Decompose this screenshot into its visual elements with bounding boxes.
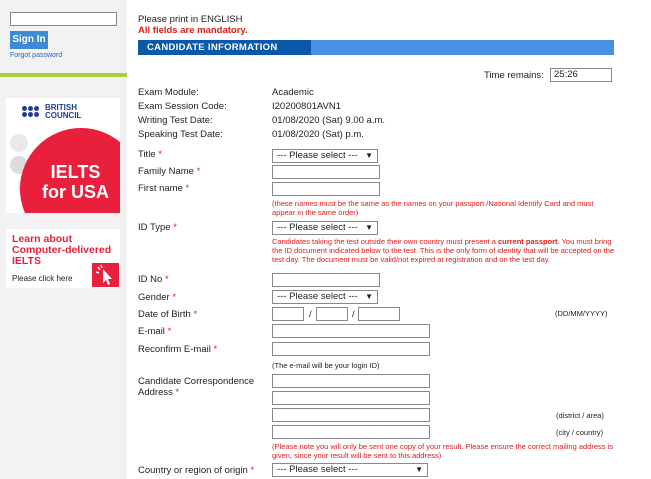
first-name-label: First name * [138,183,190,194]
address-label: Candidate Correspondence Address * [138,376,255,398]
reconfirm-email-input[interactable] [272,342,430,356]
main-content: Please print in ENGLISH All fields are m… [0,0,651,479]
family-name-label: Family Name * [138,166,201,177]
name-note: (these names must be the same as the nam… [272,199,594,217]
exam-session-code-value: I20200801AVN1 [272,101,342,112]
exam-module-label: Exam Module: [138,87,199,98]
district-hint: (district / area) [556,411,604,420]
dob-separator: / [309,309,312,320]
email-label: E-mail * [138,326,172,337]
id-note: Candidates taking the test outside their… [272,237,615,264]
timer-value: 25:26 [550,68,612,82]
mandatory-note: All fields are mandatory. [138,25,248,36]
print-note: Please print in ENGLISH [138,14,243,25]
first-name-input[interactable] [272,182,380,196]
id-no-input[interactable] [272,273,380,287]
dob-hint: (DD/MM/YYYY) [555,309,608,318]
id-type-select[interactable]: --- Please select --- ▼ [272,221,378,235]
exam-session-code-label: Exam Session Code: [138,101,227,112]
id-type-label: ID Type * [138,222,177,233]
city-hint: (city / country) [556,428,604,437]
section-title: CANDIDATE INFORMATION [138,40,311,55]
writing-test-date-label: Writing Test Date: [138,115,213,126]
dob-separator: / [352,309,355,320]
gender-label: Gender * [138,292,177,303]
dob-year-input[interactable] [358,307,400,321]
dob-month-input[interactable] [316,307,348,321]
address-city-input[interactable] [272,425,430,439]
family-name-input[interactable] [272,165,380,179]
chevron-down-icon: ▼ [365,292,373,301]
address-line2-input[interactable] [272,391,430,405]
title-label: Title * [138,149,162,160]
title-select[interactable]: --- Please select --- ▼ [272,149,378,163]
speaking-test-date-label: Speaking Test Date: [138,129,223,140]
country-select[interactable]: --- Please select --- ▼ [272,463,428,477]
address-line1-input[interactable] [272,374,430,388]
address-district-input[interactable] [272,408,430,422]
writing-test-date-value: 01/08/2020 (Sat) 9.00 a.m. [272,115,386,126]
dob-label: Date of Birth * [138,309,198,320]
reconfirm-email-label: Reconfirm E-mail * [138,344,218,355]
chevron-down-icon: ▼ [415,465,423,474]
email-note: (The e-mail will be your login ID) [272,361,380,370]
id-no-label: ID No * [138,274,169,285]
speaking-test-date-value: 01/08/2020 (Sat) p.m. [272,129,364,140]
chevron-down-icon: ▼ [365,151,373,160]
address-note: (Please note you will only be sent one c… [272,442,614,460]
chevron-down-icon: ▼ [365,223,373,232]
dob-day-input[interactable] [272,307,304,321]
section-header: CANDIDATE INFORMATION [138,40,614,55]
email-input[interactable] [272,324,430,338]
gender-select[interactable]: --- Please select --- ▼ [272,290,378,304]
time-remains-label: Time remains: [484,70,544,81]
country-label: Country or region of origin * [138,465,255,476]
exam-module-value: Academic [272,87,314,98]
